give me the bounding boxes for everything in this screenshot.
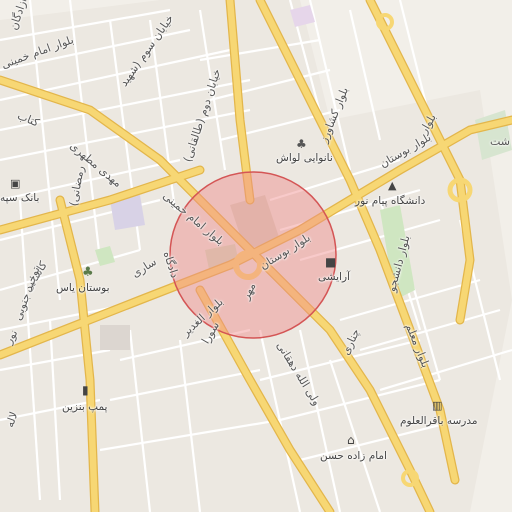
location-highlight-circle[interactable] — [169, 171, 337, 339]
map-base-layer — [0, 0, 512, 512]
poi-label-daneshgah-payam-noor: دانشگاه پیام نور — [355, 195, 426, 207]
university-icon[interactable]: ▲ — [388, 180, 396, 191]
poi-label-madrese-bagher-olulum: مدرسه باقرالعلوم — [400, 415, 478, 427]
road-label-sht-edge: شت — [490, 135, 511, 148]
building-block — [100, 325, 130, 350]
bank-icon[interactable]: ▣ — [10, 178, 20, 189]
school-icon[interactable]: ▥ — [432, 400, 442, 411]
poi-label-nanvaei-lavash: نانوایی لواش — [276, 152, 333, 164]
bakery-icon[interactable]: ♣ — [296, 138, 307, 150]
poi-label-emamzadeh-hasan: امام زاده حسن — [320, 450, 387, 462]
poi-label-arayeshi: آرایشی — [318, 271, 350, 283]
cosmetics-shop-icon[interactable]: ■ — [325, 256, 336, 268]
poi-label-pomp-benzin: پمپ بنزین — [62, 401, 108, 413]
poi-label-bank-sepah: بانک سپه — [0, 192, 40, 204]
map-canvas[interactable]: آزادگان خیابان سوم (شهید بلوار امام خمین… — [0, 0, 512, 512]
shrine-icon[interactable]: ⌂ — [347, 434, 355, 446]
park-tree-icon[interactable]: ♣ — [82, 266, 94, 279]
fuel-station-icon[interactable]: ▮ — [82, 384, 89, 396]
poi-label-boostan-yas: بوستان یاس — [56, 282, 110, 294]
